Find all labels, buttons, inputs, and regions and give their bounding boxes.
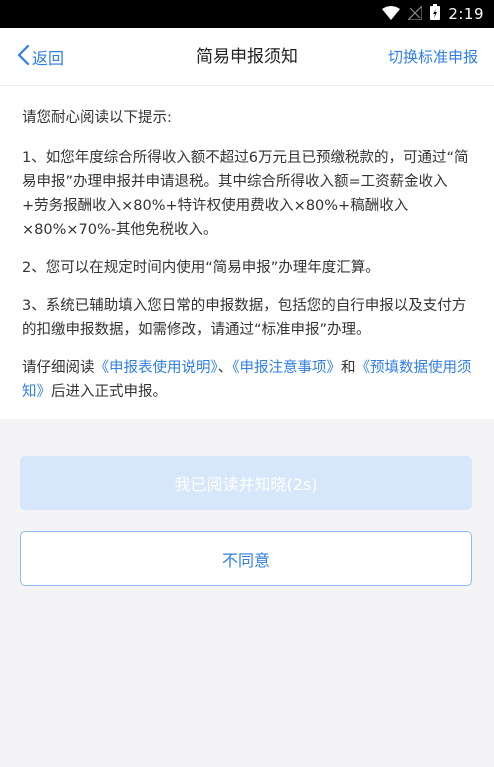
read-prefix: 请仔细阅读 [22, 360, 95, 376]
agree-button[interactable]: 我已阅读并知晓(2s) [20, 456, 472, 510]
status-icons: 2:19 [382, 0, 484, 28]
back-label: 返回 [32, 49, 65, 68]
status-time: 2:19 [448, 5, 484, 23]
read-docs-text: 请仔细阅读《申报表使用说明》、《申报注意事项》和《预填数据使用须知》后进入正式申… [22, 356, 474, 404]
back-button[interactable]: 返回 [16, 28, 64, 86]
notice-item-2: 2、您可以在规定时间内使用“简易申报”办理年度汇算。 [22, 260, 380, 276]
read-suffix: 后进入正式申报。 [51, 384, 167, 400]
doc-link-usage[interactable]: 《申报表使用说明》 [95, 360, 218, 376]
switch-standard-button[interactable]: 切换标准申报 [388, 28, 478, 86]
status-bar: 2:19 [0, 0, 494, 28]
notice-item-3: 3、系统已辅助填入您日常的申报数据，包括您的自行申报以及支付方的扣缴申报数据，如… [22, 298, 467, 338]
disagree-button[interactable]: 不同意 [20, 531, 472, 586]
notice-item-1: 1、如您年度综合所得收入额不超过6万元且已预缴税款的，可通过“简易申报”办理申报… [22, 150, 469, 238]
nav-bar: 返回 简易申报须知 切换标准申报 [0, 28, 494, 86]
battery-icon [430, 4, 441, 24]
intro-text: 请您耐心阅读以下提示: [22, 110, 172, 126]
chevron-left-icon [16, 44, 30, 70]
doc-link-notes[interactable]: 《申报注意事项》 [232, 360, 341, 376]
wifi-icon [382, 5, 401, 24]
separator-2: 和 [341, 360, 356, 376]
no-signal-icon [406, 4, 423, 24]
separator-1: 、 [217, 360, 233, 376]
notice-content: 请您耐心阅读以下提示: 1、如您年度综合所得收入额不超过6万元且已预缴税款的，可… [0, 86, 494, 419]
